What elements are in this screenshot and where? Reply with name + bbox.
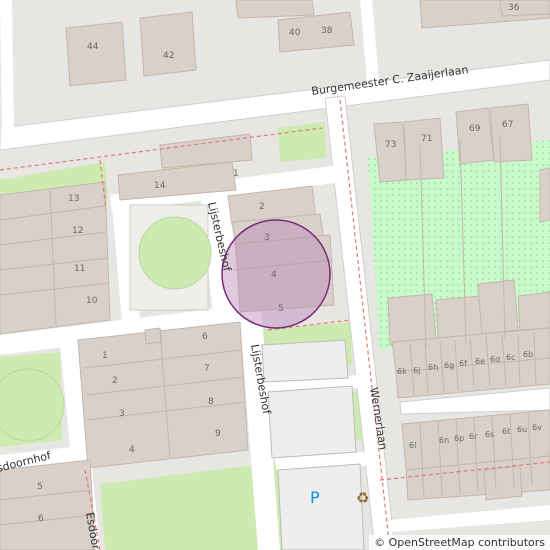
house-number: 6d (490, 355, 500, 364)
house-number: 6l (409, 441, 416, 450)
house-number: 11 (74, 264, 85, 274)
house-number: 6 (202, 332, 208, 342)
house-number: 6k (397, 367, 407, 376)
house-number: 6g (444, 361, 454, 370)
house-number: 14 (154, 181, 166, 191)
house-number: 6p (454, 434, 464, 443)
house-number: 5 (278, 304, 284, 314)
house-number: 6n (439, 436, 449, 445)
house-number: 13 (68, 194, 79, 204)
house-number: 8 (208, 397, 214, 407)
house-number: 6f (459, 359, 467, 368)
house-number: 2 (259, 202, 265, 212)
house-number: 10 (86, 296, 98, 306)
map-canvas[interactable]: Burgemeester C. Zaaijerlaan Lijsterbesho… (0, 0, 550, 550)
house-number: 6j (413, 366, 420, 375)
recycling-icon[interactable]: ♻ (356, 489, 369, 507)
house-number: 6h (428, 363, 438, 372)
map-layer: Burgemeester C. Zaaijerlaan Lijsterbesho… (0, 0, 550, 550)
house-number: 1 (102, 351, 108, 361)
house-number: 67 (502, 120, 513, 130)
parking-icon[interactable]: P (310, 488, 320, 507)
house-number: 4 (271, 270, 277, 280)
house-number: 71 (421, 134, 432, 144)
house-number: 6t (502, 427, 510, 436)
house-number: 6s (485, 430, 494, 439)
house-number: 7 (204, 364, 210, 374)
house-number: 38 (321, 26, 333, 36)
house-number: 2 (112, 376, 118, 386)
house-number: 73 (385, 140, 396, 150)
house-number: 44 (87, 42, 99, 52)
house-number: 6e (475, 357, 485, 366)
house-number: 1 (233, 169, 239, 179)
house-number: 6 (38, 514, 44, 524)
map-attribution[interactable]: © OpenStreetMap contributors (369, 535, 550, 550)
house-number: 6u (517, 425, 527, 434)
house-number: 6v (532, 423, 542, 432)
house-number: 36 (508, 3, 520, 13)
house-number: 9 (215, 429, 221, 439)
house-number: 69 (469, 124, 481, 134)
house-number: 5 (37, 482, 43, 492)
house-number: 3 (264, 233, 270, 243)
house-number: 12 (72, 226, 83, 236)
house-number: 4 (129, 445, 135, 455)
house-number: 3 (119, 409, 125, 419)
house-number: 40 (289, 28, 301, 38)
house-number: 6c (506, 353, 516, 362)
house-number: 42 (163, 51, 174, 61)
house-number: 6r (469, 432, 478, 441)
house-number: 6b (523, 350, 533, 359)
